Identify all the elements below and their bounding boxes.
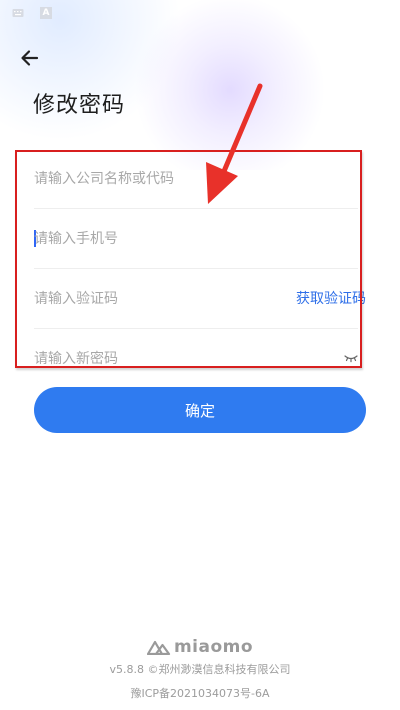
brand-name: miaomo	[173, 637, 254, 657]
version-text: v5.8.8 ©郑州渺漠信息科技有限公司	[109, 663, 291, 676]
footer: miaomo v5.8.8 ©郑州渺漠信息科技有限公司 豫ICP备2021034…	[0, 636, 400, 702]
page-title: 修改密码	[33, 93, 126, 118]
brand-logo: miaomo	[0, 636, 400, 658]
confirm-button[interactable]: 确定	[34, 387, 366, 433]
keyboard-icon	[12, 9, 24, 17]
icp-text: 豫ICP备2021034073号-6A	[130, 687, 270, 700]
annotation-arrow-icon	[206, 83, 263, 204]
back-arrow-icon[interactable]	[16, 44, 44, 72]
annotation-highlight-box	[15, 150, 362, 368]
status-bar: A	[0, 0, 400, 26]
mountain-logo-icon	[146, 640, 171, 655]
a-icon: A	[40, 7, 52, 19]
